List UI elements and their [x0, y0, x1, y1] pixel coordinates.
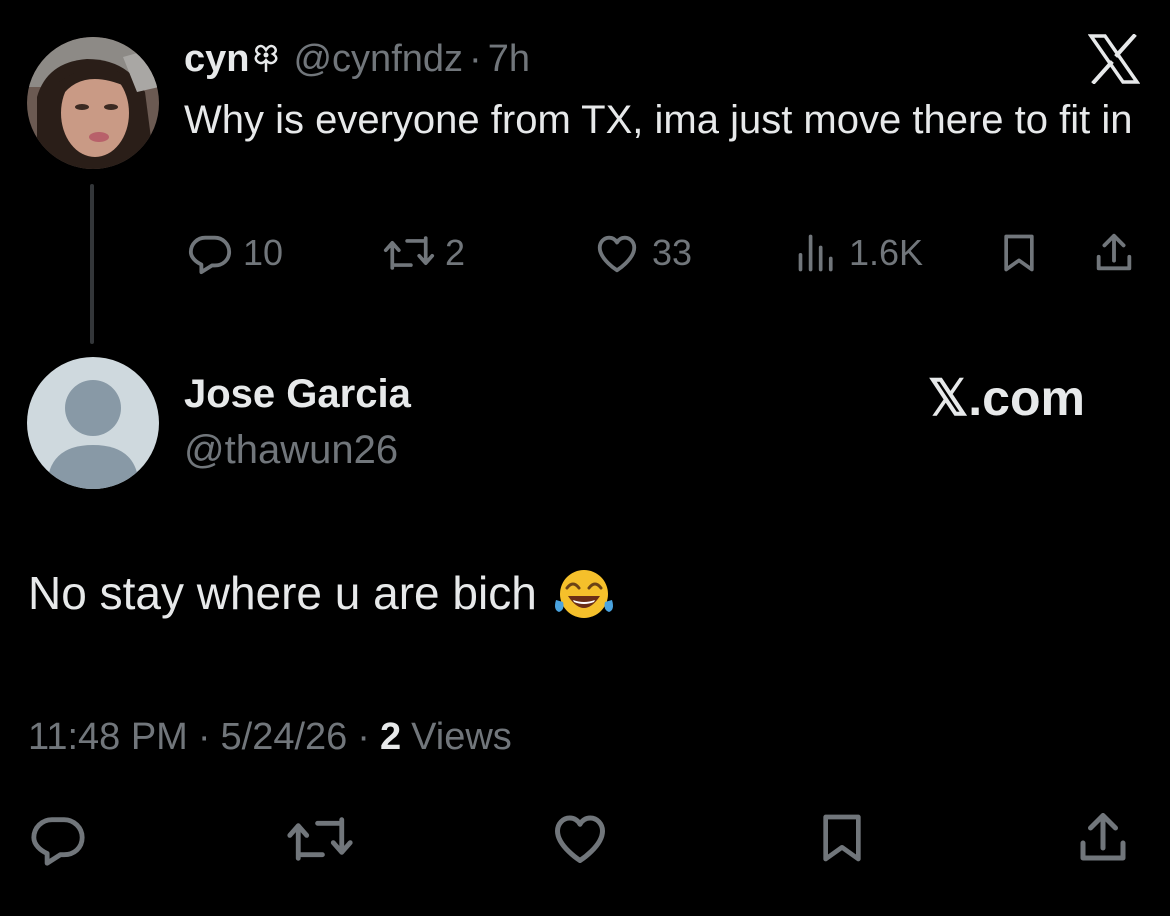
x-com-watermark: 𝕏.com — [928, 370, 1085, 426]
reply-action[interactable]: 10 — [187, 228, 283, 278]
heart-icon — [592, 230, 642, 276]
user-handle[interactable]: @cynfndz — [293, 38, 463, 81]
repost-button[interactable] — [284, 810, 356, 868]
reply-icon — [31, 817, 85, 866]
like-button[interactable] — [548, 808, 612, 868]
reply-text: No stay where u are bich — [28, 567, 537, 619]
views-action[interactable]: 1.6K — [795, 228, 923, 278]
like-count: 33 — [652, 232, 693, 273]
repost-icon — [287, 817, 353, 861]
repost-icon — [383, 230, 435, 276]
views-count: 1.6K — [849, 232, 924, 273]
analytics-icon — [795, 230, 839, 276]
share-icon — [1096, 233, 1132, 271]
bookmark-button[interactable] — [997, 230, 1041, 276]
reply-meta: 11:48 PM · 5/24/26 · 2 Views — [28, 712, 512, 762]
meta-separator-2: · — [357, 715, 370, 758]
share-bottom-button[interactable] — [1072, 808, 1134, 868]
share-icon — [1080, 813, 1126, 861]
reply-date[interactable]: 5/24/26 — [221, 716, 348, 759]
like-action[interactable]: 33 — [592, 228, 692, 278]
flower-emoji-icon — [253, 44, 279, 74]
reply-time[interactable]: 11:48 PM — [28, 716, 188, 759]
avatar-default[interactable] — [27, 357, 159, 489]
reply-user-handle[interactable]: @thawun26 — [184, 428, 398, 473]
avatar-cyn[interactable] — [27, 37, 159, 169]
display-name[interactable]: cyn — [184, 38, 249, 81]
bookmark-icon — [1004, 234, 1034, 272]
bookmark-bottom-button[interactable] — [814, 808, 870, 868]
reply-display-name[interactable]: Jose Garcia — [184, 372, 411, 417]
x-logo-icon[interactable] — [1088, 34, 1140, 84]
thread-line — [90, 184, 94, 344]
reply-button[interactable] — [26, 810, 90, 868]
meta-separator-1: · — [197, 715, 211, 758]
reply-views-label: Views — [411, 715, 512, 758]
reply-views-count[interactable]: 2 — [380, 716, 401, 759]
tears-of-joy-emoji-icon — [553, 566, 615, 620]
share-button[interactable] — [1090, 230, 1138, 276]
tweet-header: cyn @cynfndz · 7h — [184, 34, 530, 84]
bookmark-icon — [823, 814, 861, 862]
reply-count: 10 — [243, 232, 284, 273]
timestamp[interactable]: 7h — [488, 38, 530, 81]
tweet-text: Why is everyone from TX, ima just move t… — [184, 98, 1133, 142]
reply-icon — [187, 230, 233, 276]
repost-action[interactable]: 2 — [383, 228, 465, 278]
heart-icon — [555, 815, 605, 863]
repost-count: 2 — [445, 232, 466, 273]
separator: · — [469, 37, 482, 80]
reply-text-row: No stay where u are bich — [28, 566, 615, 620]
